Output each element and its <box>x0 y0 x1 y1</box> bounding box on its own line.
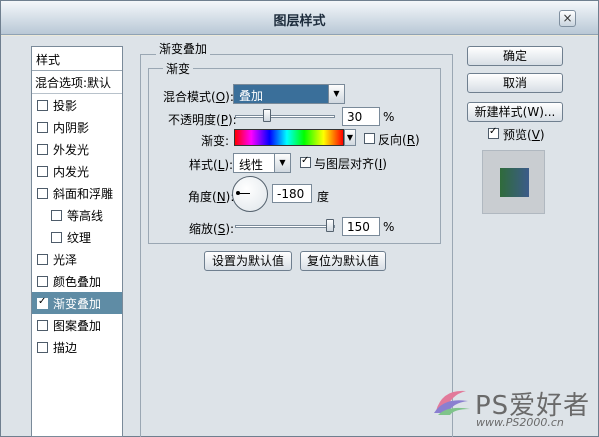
reverse-label: 反向(R) <box>378 133 420 147</box>
watermark-url: www.PS2000.cn <box>476 416 564 429</box>
scale-input[interactable]: 150 <box>342 217 380 236</box>
align-with-layer-label: 与图层对齐(I) <box>314 157 387 171</box>
style-checkbox[interactable] <box>37 319 48 331</box>
style-checkbox[interactable] <box>37 165 48 177</box>
style-list-item-label: 描边 <box>53 340 78 355</box>
style-list-item-label: 渐变叠加 <box>53 296 102 311</box>
scale-slider-thumb[interactable] <box>326 219 335 232</box>
dialog-title: 图层样式 <box>273 14 326 29</box>
ok-button[interactable]: 确定 <box>467 46 563 66</box>
style-list-item[interactable]: 内阴影 <box>32 116 122 138</box>
opacity-input[interactable]: 30 <box>342 107 380 126</box>
style-list-item-label: 等高线 <box>67 208 104 223</box>
style-list-item-label: 纹理 <box>67 230 92 245</box>
angle-input[interactable]: -180 <box>272 184 312 203</box>
gradient-label: 渐变: <box>201 134 230 148</box>
style-list-header[interactable]: 样式 <box>32 47 122 71</box>
style-checkbox[interactable] <box>37 341 48 353</box>
style-value: 线性 <box>239 158 264 172</box>
style-list-item-label: 投影 <box>53 98 78 113</box>
style-checkbox[interactable] <box>37 99 48 111</box>
scale-label: 缩放(S): <box>189 222 235 236</box>
blend-mode-value: 叠加 <box>239 89 264 103</box>
style-list-item-label: 图案叠加 <box>53 318 102 333</box>
opacity-unit: % <box>383 110 395 124</box>
style-list-item[interactable]: 光泽 <box>32 248 122 270</box>
set-default-button[interactable]: 设置为默认值 <box>204 251 292 271</box>
angle-label: 角度(N): <box>188 190 235 204</box>
style-list-item-label: 内阴影 <box>53 120 90 135</box>
blend-mode-select[interactable]: 叠加 ▼ <box>233 84 345 104</box>
scale-slider-track[interactable] <box>235 225 335 228</box>
style-list-item-label: 内发光 <box>53 164 90 179</box>
style-list-item-label: 光泽 <box>53 252 78 267</box>
style-list-item-label: 颜色叠加 <box>53 274 102 289</box>
opacity-slider-thumb[interactable] <box>262 109 271 122</box>
ps-logo-icon <box>434 390 470 415</box>
style-list-item[interactable]: 颜色叠加 <box>32 270 122 292</box>
style-list-item[interactable]: 内发光 <box>32 160 122 182</box>
scale-unit: % <box>383 220 395 234</box>
style-list-item[interactable]: 渐变叠加 <box>32 292 122 314</box>
style-checkbox[interactable] <box>37 253 48 265</box>
style-checkbox[interactable] <box>37 143 48 155</box>
style-list-item[interactable]: 等高线 <box>32 204 122 226</box>
angle-unit: 度 <box>317 190 330 204</box>
style-checkbox[interactable] <box>51 209 62 221</box>
style-checkbox[interactable] <box>37 296 48 309</box>
style-checkbox[interactable] <box>37 275 48 287</box>
style-list: 样式 混合选项:默认 投影内阴影外发光内发光斜面和浮雕等高线纹理光泽颜色叠加渐变… <box>31 46 123 437</box>
new-style-button[interactable]: 新建样式(W)... <box>467 102 563 122</box>
align-with-layer-checkbox[interactable] <box>300 155 311 168</box>
cancel-button[interactable]: 取消 <box>467 73 563 93</box>
reverse-checkbox[interactable] <box>364 133 375 144</box>
style-checkbox[interactable] <box>37 187 48 199</box>
opacity-slider-track[interactable] <box>235 115 335 118</box>
style-list-item[interactable]: 图案叠加 <box>32 314 122 336</box>
gradient-swatch[interactable] <box>234 129 344 146</box>
style-list-item[interactable]: 纹理 <box>32 226 122 248</box>
style-list-item[interactable]: 描边 <box>32 336 122 358</box>
gradient-overlay-title: 渐变叠加 <box>156 40 211 57</box>
gradient-group-title: 渐变 <box>163 60 194 77</box>
preview-checkbox[interactable] <box>488 126 499 139</box>
style-list-item-label: 斜面和浮雕 <box>53 186 114 201</box>
style-list-item[interactable]: 投影 <box>32 94 122 116</box>
style-list-item[interactable]: 斜面和浮雕 <box>32 182 122 204</box>
chevron-down-icon: ▼ <box>328 85 344 103</box>
style-checkbox[interactable] <box>51 231 62 243</box>
preview-label: 预览(V) <box>503 128 545 142</box>
style-list-item-label: 外发光 <box>53 142 90 157</box>
blend-mode-label: 混合模式(O): <box>163 90 234 104</box>
reset-default-button[interactable]: 复位为默认值 <box>300 251 386 271</box>
preview-swatch <box>500 168 529 197</box>
angle-dial-center <box>236 191 240 195</box>
gradient-dropdown-icon[interactable]: ▼ <box>344 129 356 146</box>
style-label: 样式(L): <box>189 158 234 172</box>
blend-options-item[interactable]: 混合选项:默认 <box>32 71 122 94</box>
style-select[interactable]: 线性 ▼ <box>233 153 291 173</box>
style-list-item[interactable]: 外发光 <box>32 138 122 160</box>
chevron-down-icon: ▼ <box>274 154 290 172</box>
close-icon[interactable]: × <box>559 10 576 27</box>
style-checkbox[interactable] <box>37 121 48 133</box>
title-bar[interactable]: 图层样式 × <box>1 1 598 35</box>
opacity-label: 不透明度(P): <box>168 113 237 127</box>
